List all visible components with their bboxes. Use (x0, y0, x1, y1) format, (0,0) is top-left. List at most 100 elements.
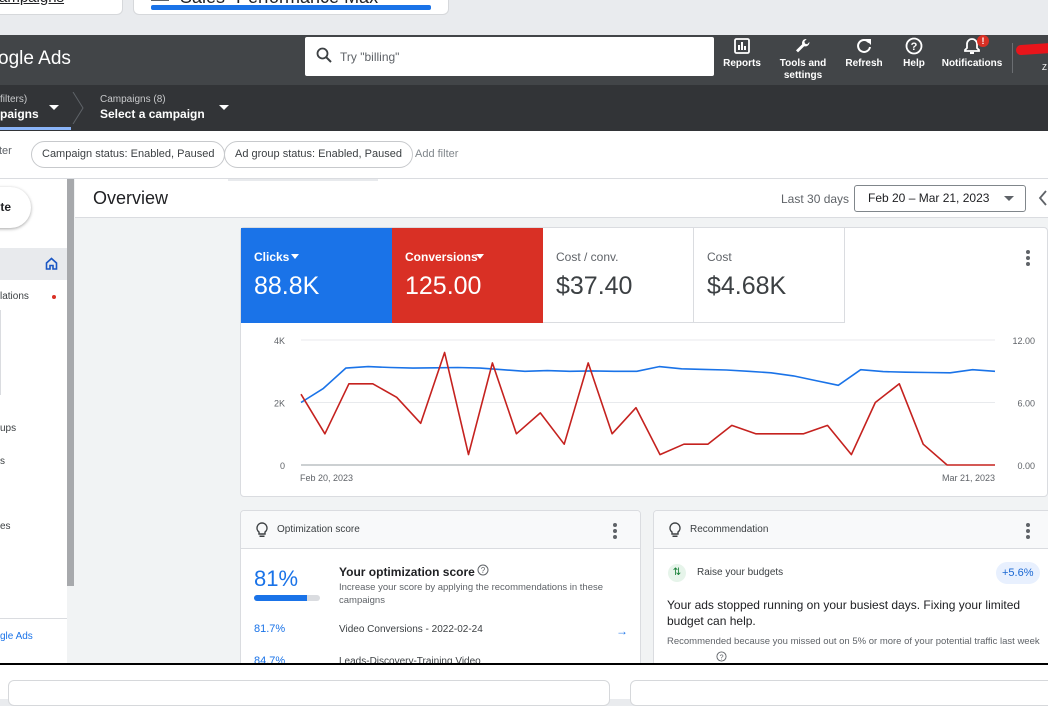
recommendation-card: Recommendation ⇅ Raise your budgets +5.6… (653, 510, 1048, 670)
add-filter-button[interactable]: Add filter (415, 148, 458, 160)
chevron-down-icon[interactable] (49, 105, 59, 110)
background-card-right (630, 680, 1048, 706)
svg-text:?: ? (911, 41, 918, 53)
breadcrumb-second-value[interactable]: Select a campaign (100, 107, 205, 121)
help-label: Help (903, 58, 925, 69)
campaign-score-value[interactable]: 81.7% (254, 623, 285, 635)
metric-cost-per-conversion[interactable]: Cost / conv. $37.40 (543, 228, 694, 323)
avatar[interactable] (1015, 42, 1048, 56)
metric-conversions[interactable]: Conversions 125.00 (392, 228, 543, 323)
nav-footer-link[interactable]: gle Ads (0, 631, 33, 642)
header-shadow (228, 179, 378, 181)
date-range-label: Last 30 days (781, 192, 850, 206)
svg-text:?: ? (719, 652, 723, 661)
avatar-initial: Z (1042, 63, 1047, 72)
scrollbar-thumb[interactable] (67, 179, 74, 586)
search-box[interactable]: Try "billing" (305, 37, 714, 76)
metric-cost[interactable]: Cost $4.68K (694, 228, 845, 323)
recommendation-body: Your ads stopped running on your busiest… (667, 598, 1021, 628)
breadcrumb-first-caption: filters) (0, 94, 28, 105)
metric-clicks[interactable]: Clicks 88.8K (241, 228, 392, 323)
background-card-left (8, 680, 610, 706)
y-right-tick-label: 12.00 (1012, 336, 1035, 346)
breadcrumb-first-value[interactable]: paigns (0, 107, 39, 121)
metric-clicks-value: 88.8K (254, 272, 320, 300)
notification-badge: ! (977, 35, 989, 47)
y-right-tick-label: 0.00 (1017, 461, 1035, 471)
recommendation-title: Recommendation (690, 524, 769, 535)
chevron-down-icon[interactable] (219, 105, 229, 110)
nav-item-ad-groups[interactable]: ups (0, 423, 16, 434)
performance-line-chart: 4K 2K 0 12.00 6.00 0.00 Feb 20, 2023 Mar 21, 20… (274, 336, 1035, 483)
y-left-tick-label: 2K (274, 399, 285, 409)
filter-chip-adgroup-status[interactable]: Ad group status: Enabled, Paused (224, 141, 413, 168)
optimization-score-card: Optimization score 81% Your optimization… (240, 510, 641, 670)
lightbulb-icon (669, 522, 681, 543)
tab-progress-bar (151, 5, 431, 10)
metric-cost-per-conversion-value: $37.40 (556, 272, 633, 300)
notifications-button[interactable]: Notifications (940, 37, 1004, 70)
x-tick-label: Mar 21, 2023 (942, 473, 995, 483)
nav-item-ads[interactable]: s (0, 456, 5, 467)
date-range-picker[interactable]: Feb 20 – Mar 21, 2023 (854, 185, 1026, 212)
card-header: Optimization score (241, 511, 640, 549)
breadcrumb-separator (72, 92, 84, 124)
refresh-button[interactable]: Refresh (842, 37, 886, 70)
metric-cost-per-conversion-label: Cost / conv. (556, 250, 619, 264)
metric-clicks-label: Clicks (254, 250, 290, 264)
y-right-tick-label: 6.00 (1017, 399, 1035, 409)
breadcrumb-second-caption: Campaigns (8) (100, 94, 166, 105)
filter-label: ter (0, 145, 12, 157)
background-tab-left[interactable]: ampaigns (0, 0, 123, 15)
reports-icon (722, 37, 762, 55)
y-left-tick-label: 4K (274, 336, 285, 346)
refresh-icon (842, 37, 886, 55)
reports-label: Reports (723, 58, 761, 69)
nav-item-recommendations[interactable]: lations (0, 291, 29, 302)
refresh-label: Refresh (845, 58, 883, 69)
search-placeholder: Try "billing" (340, 50, 400, 64)
alert-dot-icon (52, 295, 56, 299)
bell-icon (940, 37, 1004, 55)
reports-button[interactable]: Reports (722, 37, 762, 70)
x-tick-label: Feb 20, 2023 (300, 473, 353, 483)
optimization-score-value: 81% (254, 566, 299, 591)
budget-trend-icon: ⇅ (668, 564, 686, 582)
breadcrumb-active-indicator (0, 127, 71, 130)
optimization-score-title: Optimization score (277, 524, 360, 535)
help-icon: ? (898, 37, 930, 55)
background-tab-left-label: ampaigns (0, 0, 64, 6)
app-logo[interactable]: ogle Ads (0, 48, 71, 70)
metric-conversions-value: 125.00 (405, 272, 482, 300)
help-outline-icon[interactable]: ? (477, 563, 489, 581)
chevron-down-icon[interactable] (1004, 196, 1014, 201)
optimization-description: Increase your score by applying the reco… (339, 582, 604, 606)
tools-settings-button[interactable]: Tools and settings (776, 37, 830, 82)
chevron-left-icon[interactable] (1038, 190, 1048, 211)
recommendation-note: Recommended because you missed out on 5%… (667, 636, 1040, 647)
chevron-down-icon (291, 254, 299, 259)
optimization-score-fill (254, 595, 308, 601)
tools-settings-label: Tools and settings (779, 58, 827, 81)
page-title: Overview (93, 188, 169, 208)
metric-cost-label: Cost (707, 250, 732, 264)
more-vert-icon[interactable] (1026, 523, 1030, 541)
header-divider (1012, 43, 1013, 73)
more-vert-icon[interactable] (613, 523, 617, 541)
home-icon (45, 257, 58, 275)
metric-cost-value: $4.68K (707, 272, 787, 300)
doc-icon (151, 0, 169, 1)
filter-chip-campaign-status[interactable]: Campaign status: Enabled, Paused (31, 141, 226, 168)
recommendation-delta-badge: +5.6% (996, 562, 1040, 584)
more-vert-icon[interactable] (1026, 250, 1030, 268)
card-header: Recommendation (654, 511, 1048, 549)
arrow-forward-icon[interactable]: → (616, 624, 628, 638)
metric-conversions-label: Conversions (405, 250, 478, 264)
help-button[interactable]: ? Help (898, 37, 930, 70)
svg-text:?: ? (481, 566, 486, 575)
recommendation-item[interactable]: Raise your budgets (697, 567, 783, 578)
nav-item-sites[interactable]: es (0, 521, 11, 532)
date-range-value: Feb 20 – Mar 21, 2023 (868, 191, 990, 205)
campaign-name[interactable]: Video Conversions - 2022-02-24 (339, 624, 483, 635)
background-tab-right[interactable]: Sales- Performance Max - (133, 0, 449, 15)
